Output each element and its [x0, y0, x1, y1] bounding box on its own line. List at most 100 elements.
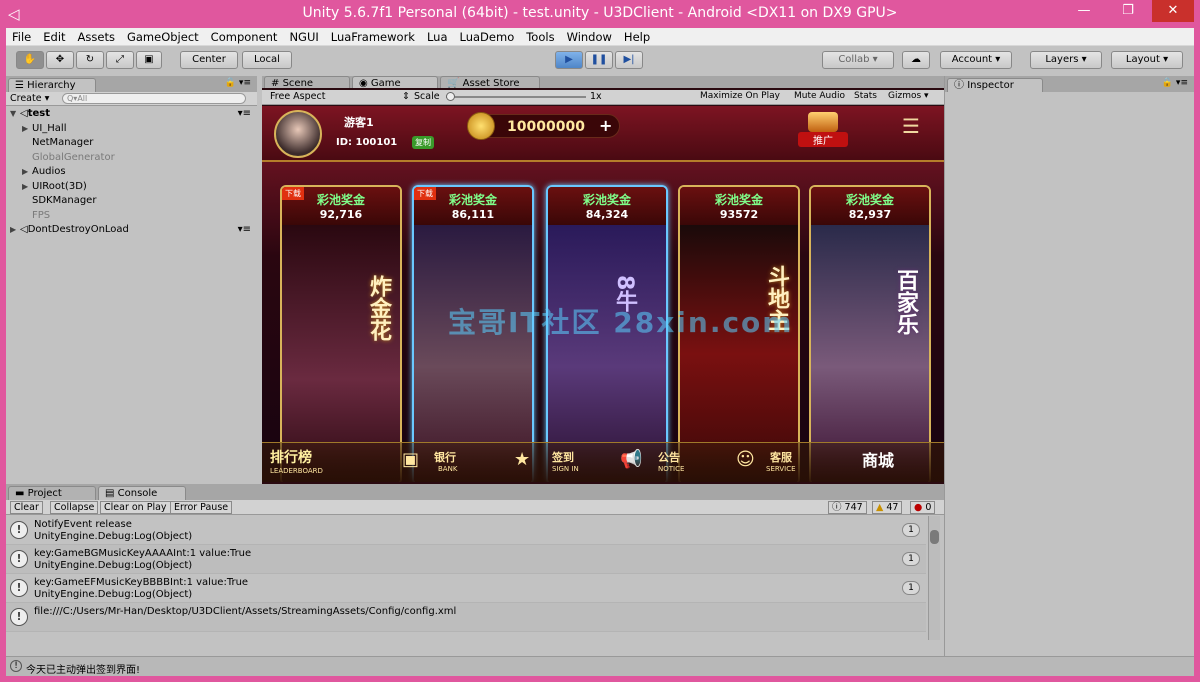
tab-hierarchy[interactable]: ☰ Hierarchy — [8, 78, 96, 92]
mute-label: Mute Audio — [794, 91, 845, 101]
menu-help[interactable]: Help — [618, 28, 656, 44]
scale-tool-icon[interactable]: ⤢ — [106, 51, 134, 69]
menu-luaframework[interactable]: LuaFramework — [325, 28, 421, 44]
info-icon: ⓘ — [954, 80, 964, 91]
tree-item[interactable]: GlobalGenerator — [10, 151, 255, 166]
expand-arrow-icon: ▼ — [10, 109, 17, 118]
log-count: 1 — [902, 581, 920, 595]
log-entry[interactable]: ! NotifyEvent release UnityEngine.Debug:Lo… — [6, 516, 926, 545]
console-scrollbar[interactable] — [928, 516, 940, 640]
console-log-list: ! NotifyEvent release UnityEngine.Debug:Lo… — [6, 516, 940, 640]
menu-tools[interactable]: Tools — [520, 28, 560, 44]
card-header: 彩池奖金 82,937 — [811, 187, 929, 225]
warning-filter-toggle[interactable]: ▲ 47 — [872, 501, 903, 514]
log-entry[interactable]: ! file:///C:/Users/Mr-Han/Desktop/U3DClie… — [6, 603, 926, 632]
clear-label: Clear — [14, 502, 39, 513]
scale-slider[interactable] — [446, 96, 586, 98]
log-entry[interactable]: ! key:GameBGMusicKeyAAAAInt:1 value:True U… — [6, 545, 926, 574]
account-dropdown[interactable]: Account ▾ — [940, 51, 1012, 69]
tree-item[interactable]: ▶ UI_Hall — [10, 122, 255, 137]
tree-item[interactable]: NetManager — [10, 136, 255, 151]
pause-button[interactable]: ❚❚ — [585, 51, 613, 69]
menu-ngui[interactable]: NGUI — [283, 28, 324, 44]
menu-edit[interactable]: Edit — [37, 28, 71, 44]
rotate-tool-icon[interactable]: ↻ — [76, 51, 104, 69]
panel-menu-icon[interactable]: 🔒 ▾≡ — [1162, 78, 1188, 88]
menu-component[interactable]: Component — [205, 28, 284, 44]
stats-toggle[interactable]: Stats — [854, 91, 877, 101]
close-button[interactable]: ✕ — [1152, 0, 1194, 22]
unity-editor: File Edit Assets GameObject Component NGUI Lua… — [6, 28, 1194, 676]
hand-tool-icon[interactable]: ✋ — [16, 51, 44, 69]
tree-item[interactable]: SDKManager — [10, 194, 255, 209]
info-filter-toggle[interactable]: ⓘ 747 — [828, 501, 867, 514]
scrollbar-thumb[interactable] — [930, 530, 939, 544]
menu-file[interactable]: File — [6, 28, 37, 44]
menu-lua[interactable]: Lua — [421, 28, 454, 44]
scene-row[interactable]: ▼ ◁test ▾≡ — [10, 107, 255, 122]
menu-assets[interactable]: Assets — [72, 28, 121, 44]
collab-button[interactable]: Collab ▾ — [822, 51, 894, 69]
bank-sub: BANK — [438, 465, 458, 473]
tab-console[interactable]: ▤ Console — [98, 486, 186, 500]
clear-button[interactable]: Clear — [10, 501, 43, 514]
card-jackpot-title: 彩池奖金 — [845, 193, 894, 207]
promo-button[interactable]: 推广 — [798, 112, 848, 150]
hierarchy-search-input[interactable]: Q▾All — [62, 93, 246, 104]
add-coins-button[interactable]: + — [599, 116, 612, 135]
step-button[interactable]: ▶| — [615, 51, 643, 69]
maximize-on-play-toggle[interactable]: Maximize On Play — [700, 91, 780, 101]
shop-button[interactable]: 商城 — [862, 447, 894, 471]
log-entry[interactable]: ! key:GameEFMusicKeyBBBBInt:1 value:True U… — [6, 574, 926, 603]
tab-project[interactable]: ▬ Project — [8, 486, 96, 500]
menu-window[interactable]: Window — [561, 28, 618, 44]
title-bar: ◁ Unity 5.6.7f1 Personal (64bit) - test.… — [0, 0, 1200, 28]
card-jackpot-value: 86,111 — [451, 208, 495, 221]
collapse-button[interactable]: Collapse — [50, 501, 99, 514]
move-tool-icon[interactable]: ✥ — [46, 51, 74, 69]
maximize-button[interactable]: ❐ — [1108, 0, 1148, 22]
error-filter-toggle[interactable]: ● 0 — [910, 501, 936, 514]
layout-dropdown[interactable]: Layout ▾ — [1111, 51, 1183, 69]
minimize-button[interactable]: — — [1064, 0, 1104, 22]
create-dropdown[interactable]: Create ▾ — [10, 93, 49, 104]
copy-id-button[interactable]: 复制 — [412, 136, 434, 149]
scene-menu-icon[interactable]: ▾≡ — [238, 107, 251, 122]
tree-item[interactable]: ▶ Audios — [10, 165, 255, 180]
tree-item[interactable]: FPS — [10, 209, 255, 224]
clear-on-play-button[interactable]: Clear on Play — [100, 501, 171, 514]
error-pause-button[interactable]: Error Pause — [170, 501, 233, 514]
game-card-baijiale[interactable]: 彩池奖金 82,937 百家乐 — [809, 185, 931, 482]
play-button[interactable]: ▶ — [555, 51, 583, 69]
panel-menu-icon[interactable]: 🔒 ▾≡ — [225, 78, 251, 88]
layers-dropdown[interactable]: Layers ▾ — [1030, 51, 1102, 69]
card-jackpot-title: 彩池奖金 — [582, 193, 631, 207]
log-message: NotifyEvent release — [34, 519, 132, 530]
leaderboard-button[interactable]: 排行榜 LEADERBOARD — [270, 447, 323, 475]
player-avatar[interactable] — [274, 110, 322, 158]
pivot-center-button[interactable]: Center — [180, 51, 238, 69]
cloud-icon[interactable]: ☁ — [902, 51, 930, 69]
game-menu-icon[interactable]: ☰ — [902, 116, 920, 136]
tree-item-label: FPS — [32, 209, 51, 221]
scene-menu-icon[interactable]: ▾≡ — [238, 223, 251, 238]
scale-label: Scale — [414, 91, 440, 102]
aspect-dropdown[interactable]: Free Aspect ⇕ — [270, 91, 410, 102]
game-card-zhajinhua[interactable]: 彩池奖金 92,716 炸金花 下载 — [280, 185, 402, 482]
rect-tool-icon[interactable]: ▣ — [136, 51, 162, 69]
hierarchy-tab-label: Hierarchy — [27, 80, 76, 91]
tree-item[interactable]: ▶ UIRoot(3D) — [10, 180, 255, 195]
notice-button[interactable]: 📢 公告 NOTICE — [620, 449, 684, 473]
tab-inspector[interactable]: ⓘ Inspector — [947, 78, 1043, 92]
bank-button[interactable]: ▣ 银行 BANK — [402, 449, 458, 473]
card-game-title: 百家乐 — [893, 269, 918, 335]
menu-luademo[interactable]: LuaDemo — [454, 28, 521, 44]
menu-gameobject[interactable]: GameObject — [121, 28, 205, 44]
gizmos-dropdown[interactable]: Gizmos ▾ — [888, 91, 929, 101]
sign-in-button[interactable]: ★ 签到 SIGN IN — [514, 449, 579, 473]
service-button[interactable]: ☺ 客服 SERVICE — [736, 449, 796, 473]
dontdestroy-row[interactable]: ▶ ◁DontDestroyOnLoad ▾≡ — [10, 223, 255, 238]
scale-slider-thumb[interactable] — [446, 92, 455, 101]
mute-audio-toggle[interactable]: Mute Audio — [794, 91, 845, 101]
pivot-local-button[interactable]: Local — [242, 51, 292, 69]
